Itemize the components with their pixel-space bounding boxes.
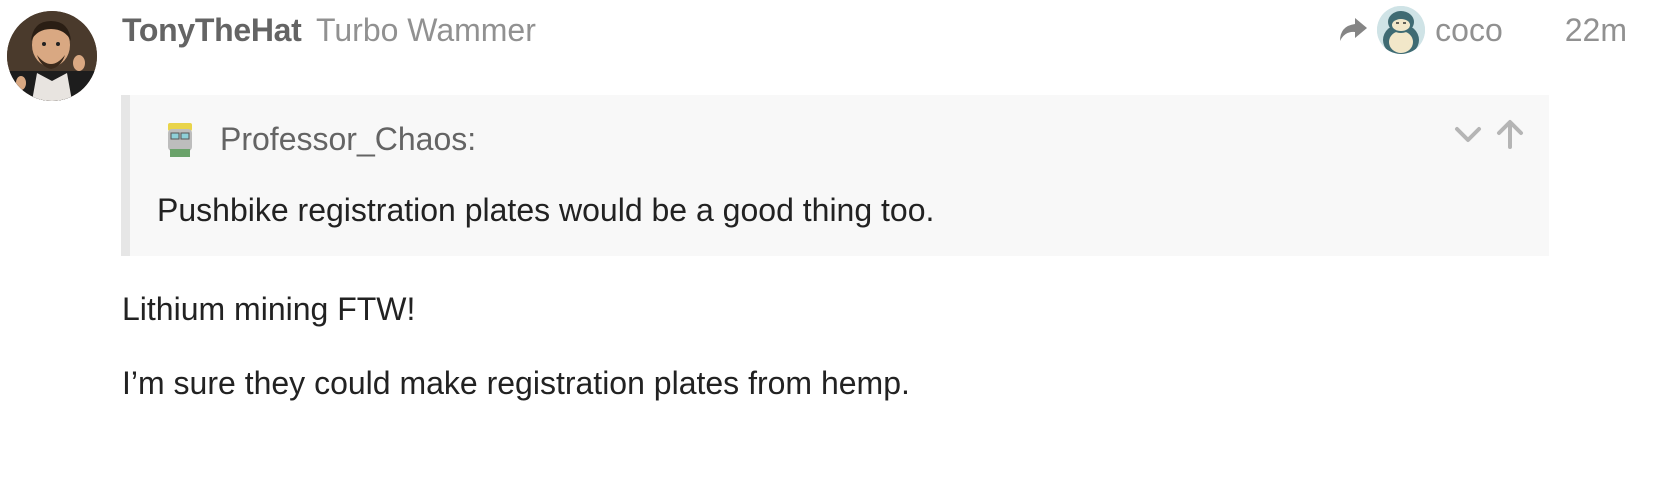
- post-date[interactable]: 22m: [1565, 12, 1627, 49]
- quote-author-name[interactable]: Professor_Chaos:: [220, 119, 476, 159]
- user-title: Turbo Wammer: [316, 12, 536, 48]
- quote-author-avatar: [160, 119, 200, 159]
- chevron-down-icon[interactable]: [1451, 117, 1485, 151]
- post-paragraph: Lithium mining FTW!: [122, 291, 416, 327]
- user-avatar[interactable]: [7, 11, 97, 101]
- arrow-up-icon[interactable]: [1493, 117, 1527, 151]
- quote-text: Pushbike registration plates would be a …: [157, 192, 935, 228]
- post-paragraph: I’m sure they could make registration pl…: [122, 365, 910, 401]
- reply-to-username: coco: [1435, 11, 1503, 48]
- quote-block: Professor_Chaos: Pushbike registration p…: [121, 95, 1549, 256]
- quote-controls: [1443, 117, 1527, 151]
- reply-to-tab[interactable]: coco 22m: [1335, 4, 1627, 56]
- reply-to-avatar: [1377, 6, 1426, 54]
- share-arrow-icon: [1335, 12, 1371, 48]
- post-username[interactable]: TonyTheHat: [122, 10, 302, 50]
